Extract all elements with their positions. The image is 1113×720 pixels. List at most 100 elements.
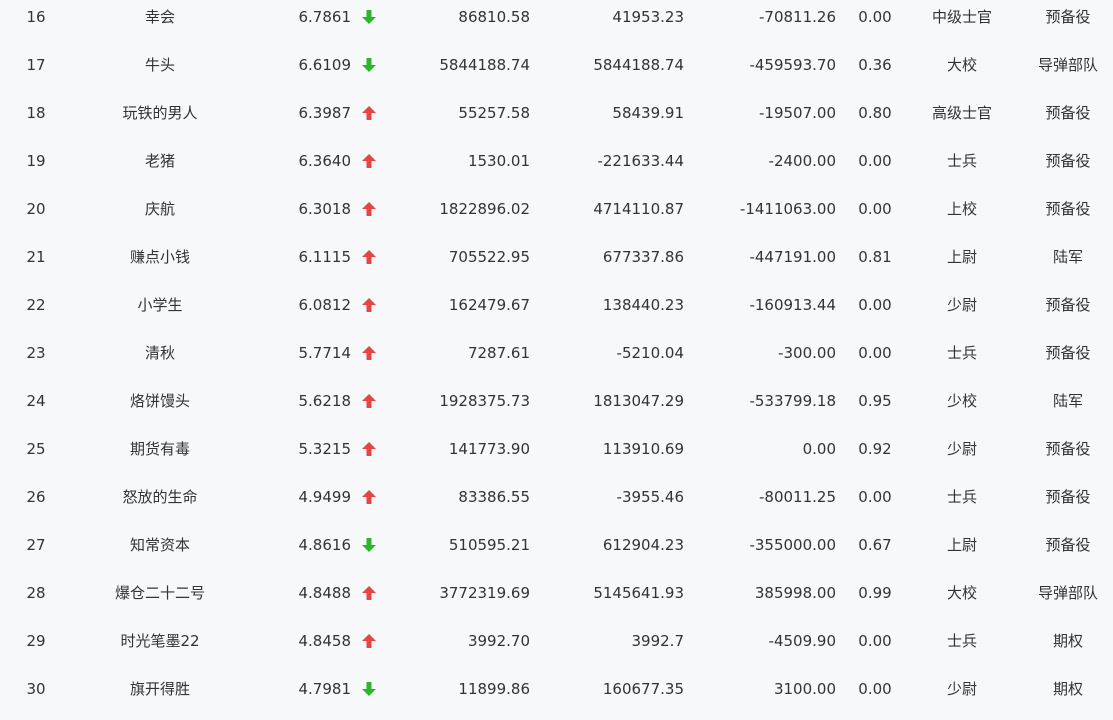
rank-cell: 23: [26, 344, 46, 362]
arrow-up-icon: [360, 576, 378, 610]
table-row[interactable]: 28 爆仓二十二号 4.8488 3772319.69 5145641.93 385998…: [0, 576, 1113, 624]
group-cell: 陆军: [1052, 392, 1083, 410]
profit-cell: -80011.25: [759, 488, 836, 506]
ratio-cell: 0.00: [858, 200, 892, 218]
equity-cell: 162479.67: [448, 296, 530, 314]
rank-cell: 24: [26, 392, 46, 410]
ratio-cell: 0.00: [858, 296, 892, 314]
profit-cell: -160913.44: [749, 296, 836, 314]
rank-cell: 18: [26, 104, 46, 122]
rank-title-cell: 士兵: [946, 344, 977, 362]
profit-cell: -1411063.00: [739, 200, 836, 218]
table-row[interactable]: 22 小学生 6.0812 162479.67 138440.23 -160913.44 0…: [0, 288, 1113, 336]
equity-cell: 1530.01: [467, 152, 530, 170]
equity-cell: 83386.55: [458, 488, 530, 506]
net-value-cell: -5210.04: [616, 344, 684, 362]
table-row[interactable]: 29 时光笔墨22 4.8458 3992.70 3992.7 -4509.90 0.00 士…: [0, 624, 1113, 672]
group-cell: 预备役: [1045, 8, 1091, 26]
rank-cell: 20: [26, 200, 46, 218]
net-value-cell: 4714110.87: [593, 200, 684, 218]
table-row[interactable]: 20 庆航 6.3018 1822896.02 4714110.87 -1411063.0…: [0, 192, 1113, 240]
score-cell: 5.7714: [298, 344, 352, 362]
table-row[interactable]: 30 旗开得胜 4.7981 11899.86 160677.35 3100.00 0.00…: [0, 672, 1113, 720]
arrow-up-icon: [360, 96, 378, 130]
arrow-down-icon: [360, 0, 378, 34]
rank-cell: 21: [26, 248, 46, 266]
rank-title-cell: 大校: [946, 56, 977, 74]
ratio-cell: 0.00: [858, 680, 892, 698]
profit-cell: -355000.00: [749, 536, 836, 554]
equity-cell: 3992.70: [467, 632, 530, 650]
equity-cell: 1822896.02: [439, 200, 530, 218]
rank-cell: 16: [26, 8, 46, 26]
trader-name-cell: 赚点小钱: [129, 248, 190, 266]
rank-title-cell: 中级士官: [931, 8, 992, 26]
rank-title-cell: 高级士官: [931, 104, 992, 122]
trader-name-cell: 烙饼馒头: [129, 392, 190, 410]
rank-cell: 30: [26, 680, 46, 698]
score-cell: 6.3987: [298, 104, 352, 122]
ratio-cell: 0.92: [858, 440, 892, 458]
rank-cell: 25: [26, 440, 46, 458]
net-value-cell: 138440.23: [602, 296, 684, 314]
rank-cell: 29: [26, 632, 46, 650]
rank-title-cell: 少尉: [946, 680, 977, 698]
net-value-cell: 1813047.29: [593, 392, 684, 410]
arrow-down-icon: [360, 672, 378, 706]
score-cell: 4.9499: [298, 488, 352, 506]
profit-cell: -2400.00: [768, 152, 836, 170]
table-row[interactable]: 17 牛头 6.6109 5844188.74 5844188.74 -459593.70…: [0, 48, 1113, 96]
score-cell: 4.7981: [298, 680, 352, 698]
rank-title-cell: 上尉: [946, 248, 977, 266]
ratio-cell: 0.67: [858, 536, 892, 554]
profit-cell: 0.00: [802, 440, 836, 458]
trader-name-cell: 爆仓二十二号: [114, 584, 205, 602]
profit-cell: -459593.70: [749, 56, 836, 74]
equity-cell: 86810.58: [458, 8, 530, 26]
score-cell: 6.7861: [298, 8, 352, 26]
profit-cell: -70811.26: [759, 8, 836, 26]
rank-title-cell: 士兵: [946, 632, 977, 650]
trader-name-cell: 知常资本: [129, 536, 190, 554]
equity-cell: 3772319.69: [439, 584, 530, 602]
ratio-cell: 0.00: [858, 632, 892, 650]
ratio-cell: 0.00: [858, 8, 892, 26]
equity-cell: 510595.21: [448, 536, 530, 554]
net-value-cell: 612904.23: [602, 536, 684, 554]
profit-cell: -447191.00: [749, 248, 836, 266]
trader-name-cell: 旗开得胜: [129, 680, 190, 698]
ratio-cell: 0.80: [858, 104, 892, 122]
score-cell: 4.8488: [298, 584, 352, 602]
equity-cell: 705522.95: [448, 248, 530, 266]
equity-cell: 5844188.74: [439, 56, 530, 74]
equity-cell: 7287.61: [467, 344, 530, 362]
rank-cell: 19: [26, 152, 46, 170]
group-cell: 期权: [1052, 632, 1083, 650]
table-row[interactable]: 19 老猪 6.3640 1530.01 -221633.44 -2400.00 0.00 士…: [0, 144, 1113, 192]
net-value-cell: 677337.86: [602, 248, 684, 266]
table-row[interactable]: 21 赚点小钱 6.1115 705522.95 677337.86 -447191.00…: [0, 240, 1113, 288]
table-row[interactable]: 18 玩铁的男人 6.3987 55257.58 58439.91 -19507.00 0.…: [0, 96, 1113, 144]
net-value-cell: 41953.23: [612, 8, 684, 26]
rank-cell: 17: [26, 56, 46, 74]
table-row[interactable]: 25 期货有毒 5.3215 141773.90 113910.69 0.00 0.92 少尉…: [0, 432, 1113, 480]
table-row[interactable]: 26 怒放的生命 4.9499 83386.55 -3955.46 -80011.25 0.…: [0, 480, 1113, 528]
table-row[interactable]: 16 幸会 6.7861 86810.58 41953.23 -70811.26 0.00 中…: [0, 0, 1113, 48]
ratio-cell: 0.99: [858, 584, 892, 602]
ratio-cell: 0.81: [858, 248, 892, 266]
ratio-cell: 0.00: [858, 152, 892, 170]
table-row[interactable]: 24 烙饼馒头 5.6218 1928375.73 1813047.29 -533799.…: [0, 384, 1113, 432]
score-cell: 5.6218: [298, 392, 352, 410]
score-cell: 6.6109: [298, 56, 352, 74]
net-value-cell: 3992.7: [631, 632, 685, 650]
trader-name-cell: 玩铁的男人: [122, 104, 198, 122]
table-row[interactable]: 23 清秋 5.7714 7287.61 -5210.04 -300.00 0.00 士兵 预备…: [0, 336, 1113, 384]
trader-name-cell: 清秋: [144, 344, 175, 362]
profit-cell: -4509.90: [768, 632, 836, 650]
table-row[interactable]: 27 知常资本 4.8616 510595.21 612904.23 -355000.00…: [0, 528, 1113, 576]
arrow-up-icon: [360, 336, 378, 370]
score-cell: 6.1115: [298, 248, 352, 266]
ratio-cell: 0.00: [858, 344, 892, 362]
rank-cell: 26: [26, 488, 46, 506]
arrow-up-icon: [360, 384, 378, 418]
